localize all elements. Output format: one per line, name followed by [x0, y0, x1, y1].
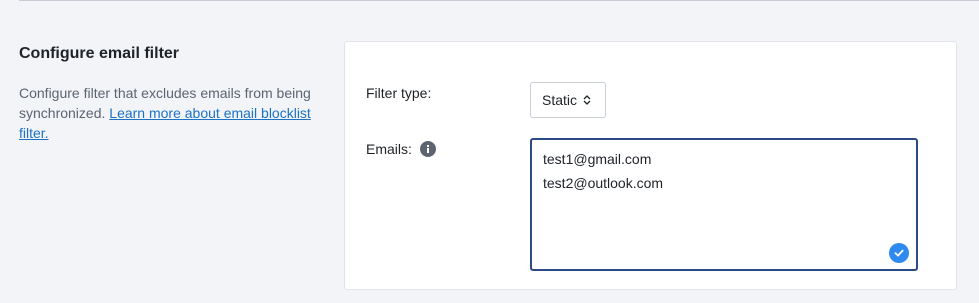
email-entry-2: test2@outlook.com — [543, 175, 664, 191]
emails-label: Emails: — [366, 141, 412, 157]
filter-settings-card: Filter type: Static Emails: test1@gmail.… — [344, 41, 957, 290]
email-filter-settings: Configure email filter Configure filter … — [0, 0, 979, 303]
chevron-up-down-icon — [583, 95, 591, 105]
filter-type-select[interactable]: Static — [530, 82, 606, 118]
section-title: Configure email filter — [19, 45, 180, 62]
emails-label-row: Emails: — [366, 139, 436, 159]
email-entry-1: test1@gmail.com — [543, 151, 652, 167]
filter-type-label: Filter type: — [366, 85, 432, 101]
filter-type-value: Static — [542, 92, 578, 108]
check-circle-icon — [889, 243, 909, 263]
section-divider — [19, 0, 979, 1]
info-icon[interactable] — [419, 141, 436, 157]
section-intro: Configure email filter Configure filter … — [19, 43, 319, 143]
section-description: Configure filter that excludes emails fr… — [19, 83, 319, 143]
emails-textarea[interactable]: test1@gmail.com test2@outlook.com — [530, 138, 918, 271]
